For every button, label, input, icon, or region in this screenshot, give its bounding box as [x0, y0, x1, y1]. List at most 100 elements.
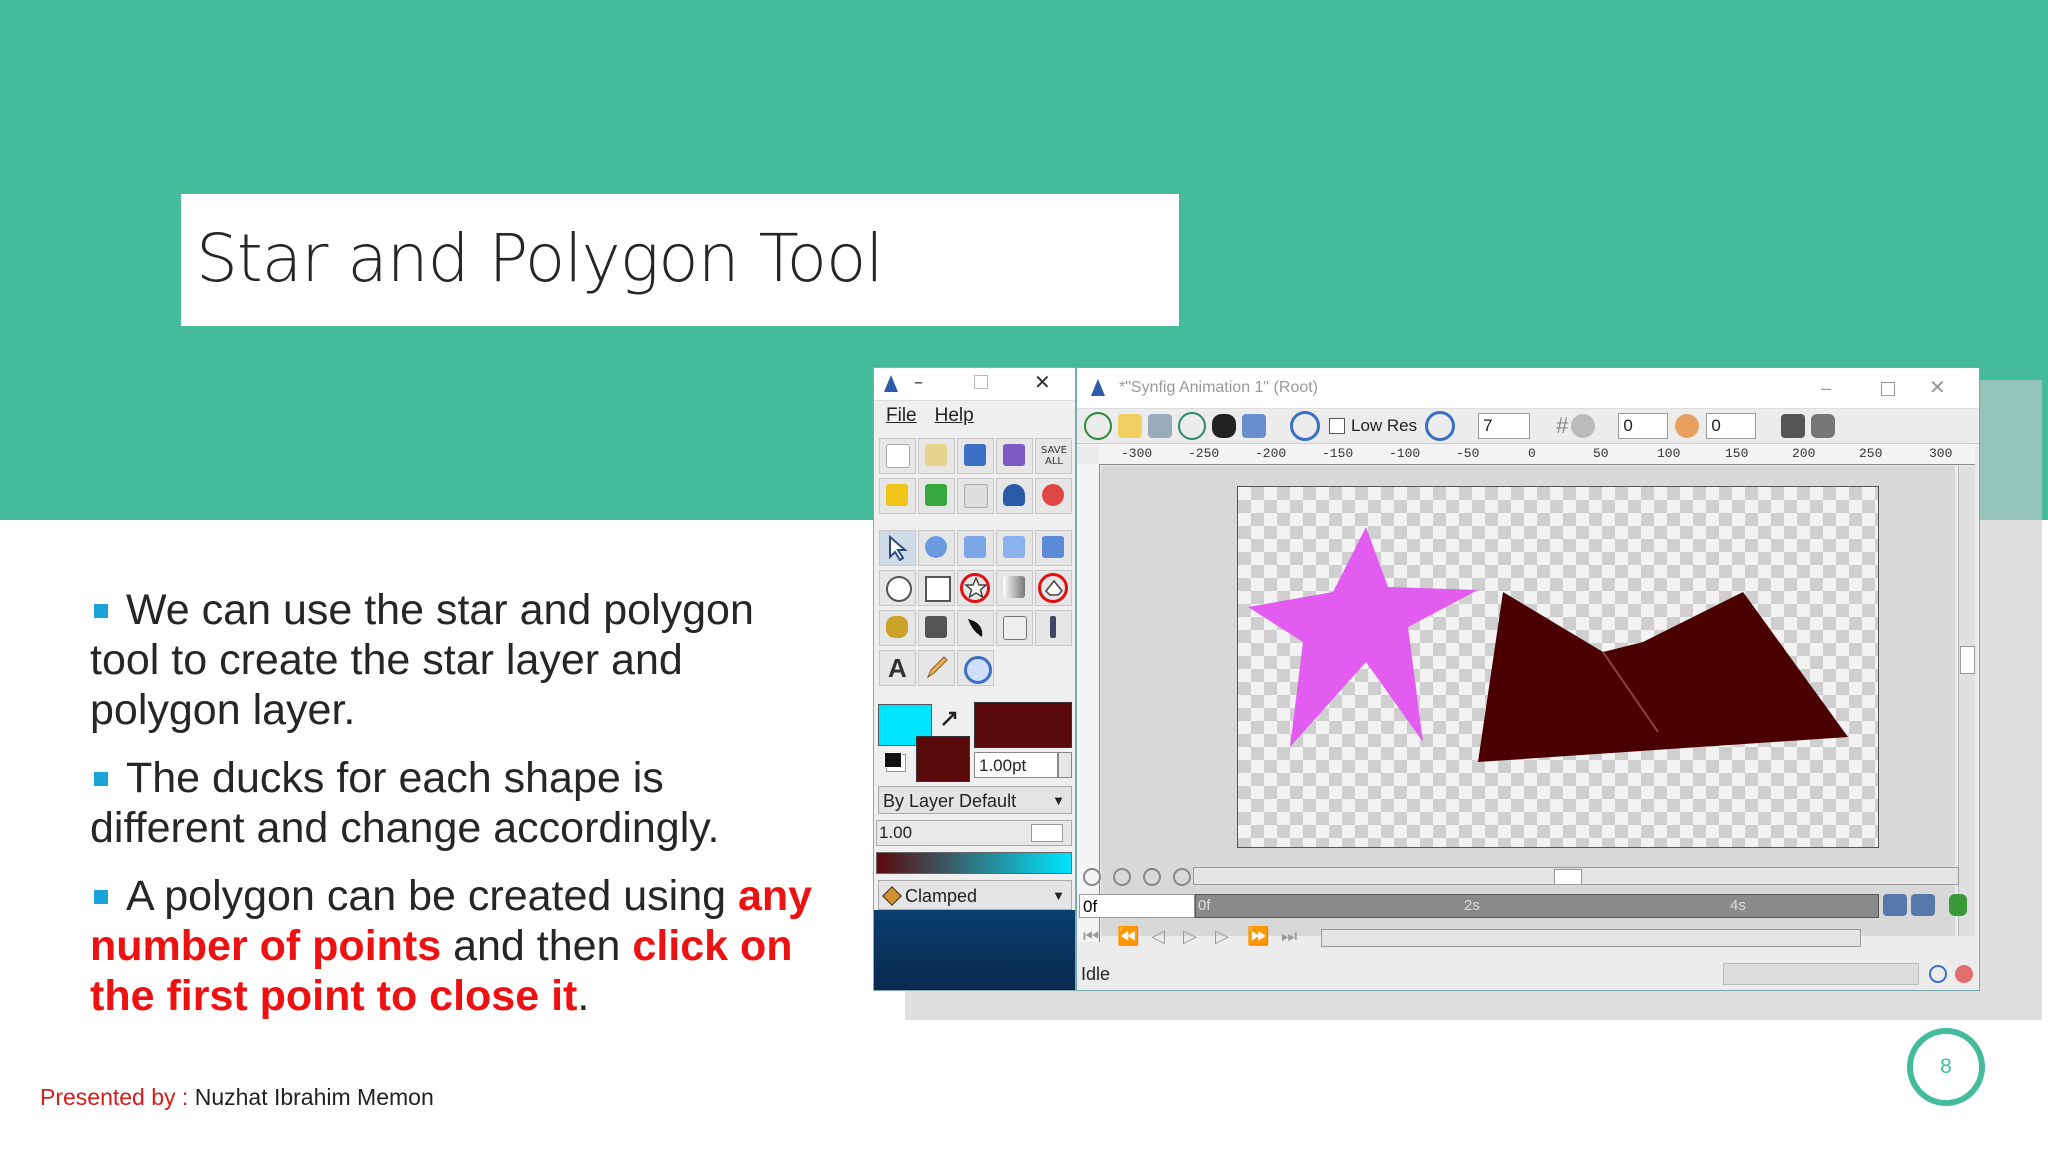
- mirror-tool-button[interactable]: [1035, 530, 1072, 566]
- past-frames-field[interactable]: 0: [1618, 413, 1669, 439]
- title-box: Star and Polygon Tool: [181, 194, 1179, 326]
- menu-help[interactable]: Help: [935, 405, 974, 426]
- vertex-handles-icon[interactable]: [1148, 414, 1172, 438]
- opacity-slider[interactable]: 1.00: [876, 820, 1072, 846]
- interpolation-select[interactable]: Clamped ▼: [878, 880, 1072, 910]
- seek-next-frame-icon[interactable]: ▷: [1215, 926, 1229, 947]
- spline-tool-button[interactable]: [879, 610, 916, 646]
- quality-icon[interactable]: [1290, 411, 1320, 441]
- zoom-row: [1077, 864, 1979, 890]
- close-icon[interactable]: ✕: [1929, 368, 1946, 408]
- transform-handles-icon[interactable]: [1118, 414, 1142, 438]
- render-icon[interactable]: [1084, 412, 1112, 440]
- seek-begin-icon[interactable]: ⏮: [1083, 926, 1099, 947]
- about-button[interactable]: [996, 478, 1033, 514]
- star-tool-button[interactable]: [957, 570, 994, 606]
- swap-colors-icon[interactable]: [940, 710, 960, 730]
- play-icon[interactable]: ▷: [1183, 926, 1197, 947]
- reset-colors-icon[interactable]: [884, 752, 902, 768]
- outline-color-swatch[interactable]: [974, 702, 1072, 748]
- quality-field[interactable]: 7: [1478, 413, 1531, 439]
- canvas-transparency-checker: [1237, 486, 1879, 848]
- opacity-slider-handle[interactable]: [1031, 824, 1063, 842]
- maximize-icon[interactable]: [1881, 382, 1895, 396]
- width-stepper[interactable]: [1058, 752, 1072, 778]
- clapperboard-icon[interactable]: [1781, 414, 1806, 438]
- text-a-icon: A: [888, 653, 907, 683]
- open-file-button[interactable]: [918, 438, 955, 474]
- save-all-button[interactable]: SAVE ALL: [1035, 438, 1072, 474]
- time-slider[interactable]: 0f 2s 4s: [1195, 894, 1879, 918]
- width-handles-icon[interactable]: [1242, 414, 1266, 438]
- grid-icon[interactable]: #: [1556, 413, 1568, 439]
- cutout-tool-button[interactable]: [996, 610, 1033, 646]
- close-icon[interactable]: ✕: [1034, 370, 1051, 394]
- save-button[interactable]: [957, 438, 994, 474]
- canvas-titlebar: *"Synfig Animation 1" (Root) – ✕: [1077, 368, 1979, 409]
- tool-grid: SAVE ALL A: [878, 436, 1074, 688]
- redo-button[interactable]: [918, 478, 955, 514]
- smooth-move-tool-button[interactable]: [918, 530, 955, 566]
- zoom-fit-icon[interactable]: [1143, 868, 1161, 886]
- zoom-in-icon[interactable]: [1113, 868, 1131, 886]
- transform-tool-button[interactable]: [879, 530, 916, 566]
- camera-icon[interactable]: [1811, 414, 1836, 438]
- maximize-icon[interactable]: [974, 375, 988, 389]
- rectangle-tool-button[interactable]: [918, 570, 955, 606]
- width-tool-button[interactable]: [1035, 610, 1072, 646]
- setup-button[interactable]: [957, 478, 994, 514]
- zoom-out-icon[interactable]: [1083, 868, 1101, 886]
- minimize-icon[interactable]: –: [1821, 368, 1831, 408]
- star-layer[interactable]: [1248, 527, 1478, 747]
- zoom-tool-button[interactable]: [957, 650, 994, 686]
- zoom-reset-icon[interactable]: [1173, 868, 1191, 886]
- minimize-icon[interactable]: –: [914, 372, 923, 393]
- polygon-layer[interactable]: [1478, 592, 1848, 762]
- decrease-resolution-icon[interactable]: [1425, 411, 1456, 441]
- animation-figure-icon[interactable]: [1949, 894, 1967, 916]
- rotate-tool-button[interactable]: [996, 530, 1033, 566]
- stop-icon[interactable]: [1955, 965, 1973, 983]
- gradient-swatch[interactable]: [876, 852, 1072, 874]
- scrollbar-thumb[interactable]: [1554, 869, 1582, 885]
- time-mark: 2s: [1464, 897, 1480, 914]
- seek-prev-keyframe-icon[interactable]: ⏪: [1117, 926, 1139, 947]
- scale-tool-button[interactable]: [957, 530, 994, 566]
- help-button[interactable]: [1035, 478, 1072, 514]
- bullet-square-icon: [94, 772, 108, 786]
- tangent-handles-icon[interactable]: [1178, 412, 1206, 440]
- low-res-checkbox[interactable]: [1329, 418, 1345, 434]
- scrollbar-thumb[interactable]: [1960, 646, 1975, 674]
- save-as-button[interactable]: [996, 438, 1033, 474]
- outline-color-small-swatch[interactable]: [916, 736, 970, 782]
- brush-width-field[interactable]: 1.00pt: [974, 752, 1058, 778]
- menu-file[interactable]: File: [886, 405, 917, 426]
- current-time-field[interactable]: 0f: [1079, 894, 1195, 918]
- bullet-item: A polygon can be created using any numbe…: [90, 872, 813, 1020]
- radius-handles-icon[interactable]: [1212, 414, 1236, 438]
- time-zoom-scrollbar[interactable]: [1321, 929, 1861, 947]
- circle-tool-button[interactable]: [879, 570, 916, 606]
- blend-method-select[interactable]: By Layer Default ▼: [878, 786, 1072, 814]
- seek-prev-frame-icon[interactable]: ◁: [1151, 926, 1165, 947]
- polygon-tool-button[interactable]: [1035, 570, 1072, 606]
- seek-end-icon[interactable]: ⏭: [1281, 926, 1297, 947]
- desktop-background: [874, 910, 1075, 990]
- undo-button[interactable]: [879, 478, 916, 514]
- animation-mode-icon[interactable]: [1883, 894, 1907, 916]
- future-frames-field[interactable]: 0: [1706, 413, 1757, 439]
- toolbox-menubar: File Help: [874, 401, 1075, 431]
- seek-next-keyframe-icon[interactable]: ⏩: [1247, 926, 1269, 947]
- refresh-icon[interactable]: [1929, 965, 1947, 983]
- onion-past-icon[interactable]: [1675, 414, 1700, 438]
- onion-skin-icon[interactable]: [1571, 414, 1596, 438]
- text-tool-button[interactable]: A: [879, 650, 916, 686]
- gradient-tool-button[interactable]: [996, 570, 1033, 606]
- draw-tool-button[interactable]: [957, 610, 994, 646]
- bullet-square-icon: [94, 890, 108, 904]
- keyframe-lock-icon[interactable]: [1911, 894, 1935, 916]
- horizontal-scrollbar[interactable]: [1193, 867, 1959, 885]
- new-file-button[interactable]: [879, 438, 916, 474]
- sketch-tool-button[interactable]: [918, 650, 955, 686]
- fill-tool-button[interactable]: [918, 610, 955, 646]
